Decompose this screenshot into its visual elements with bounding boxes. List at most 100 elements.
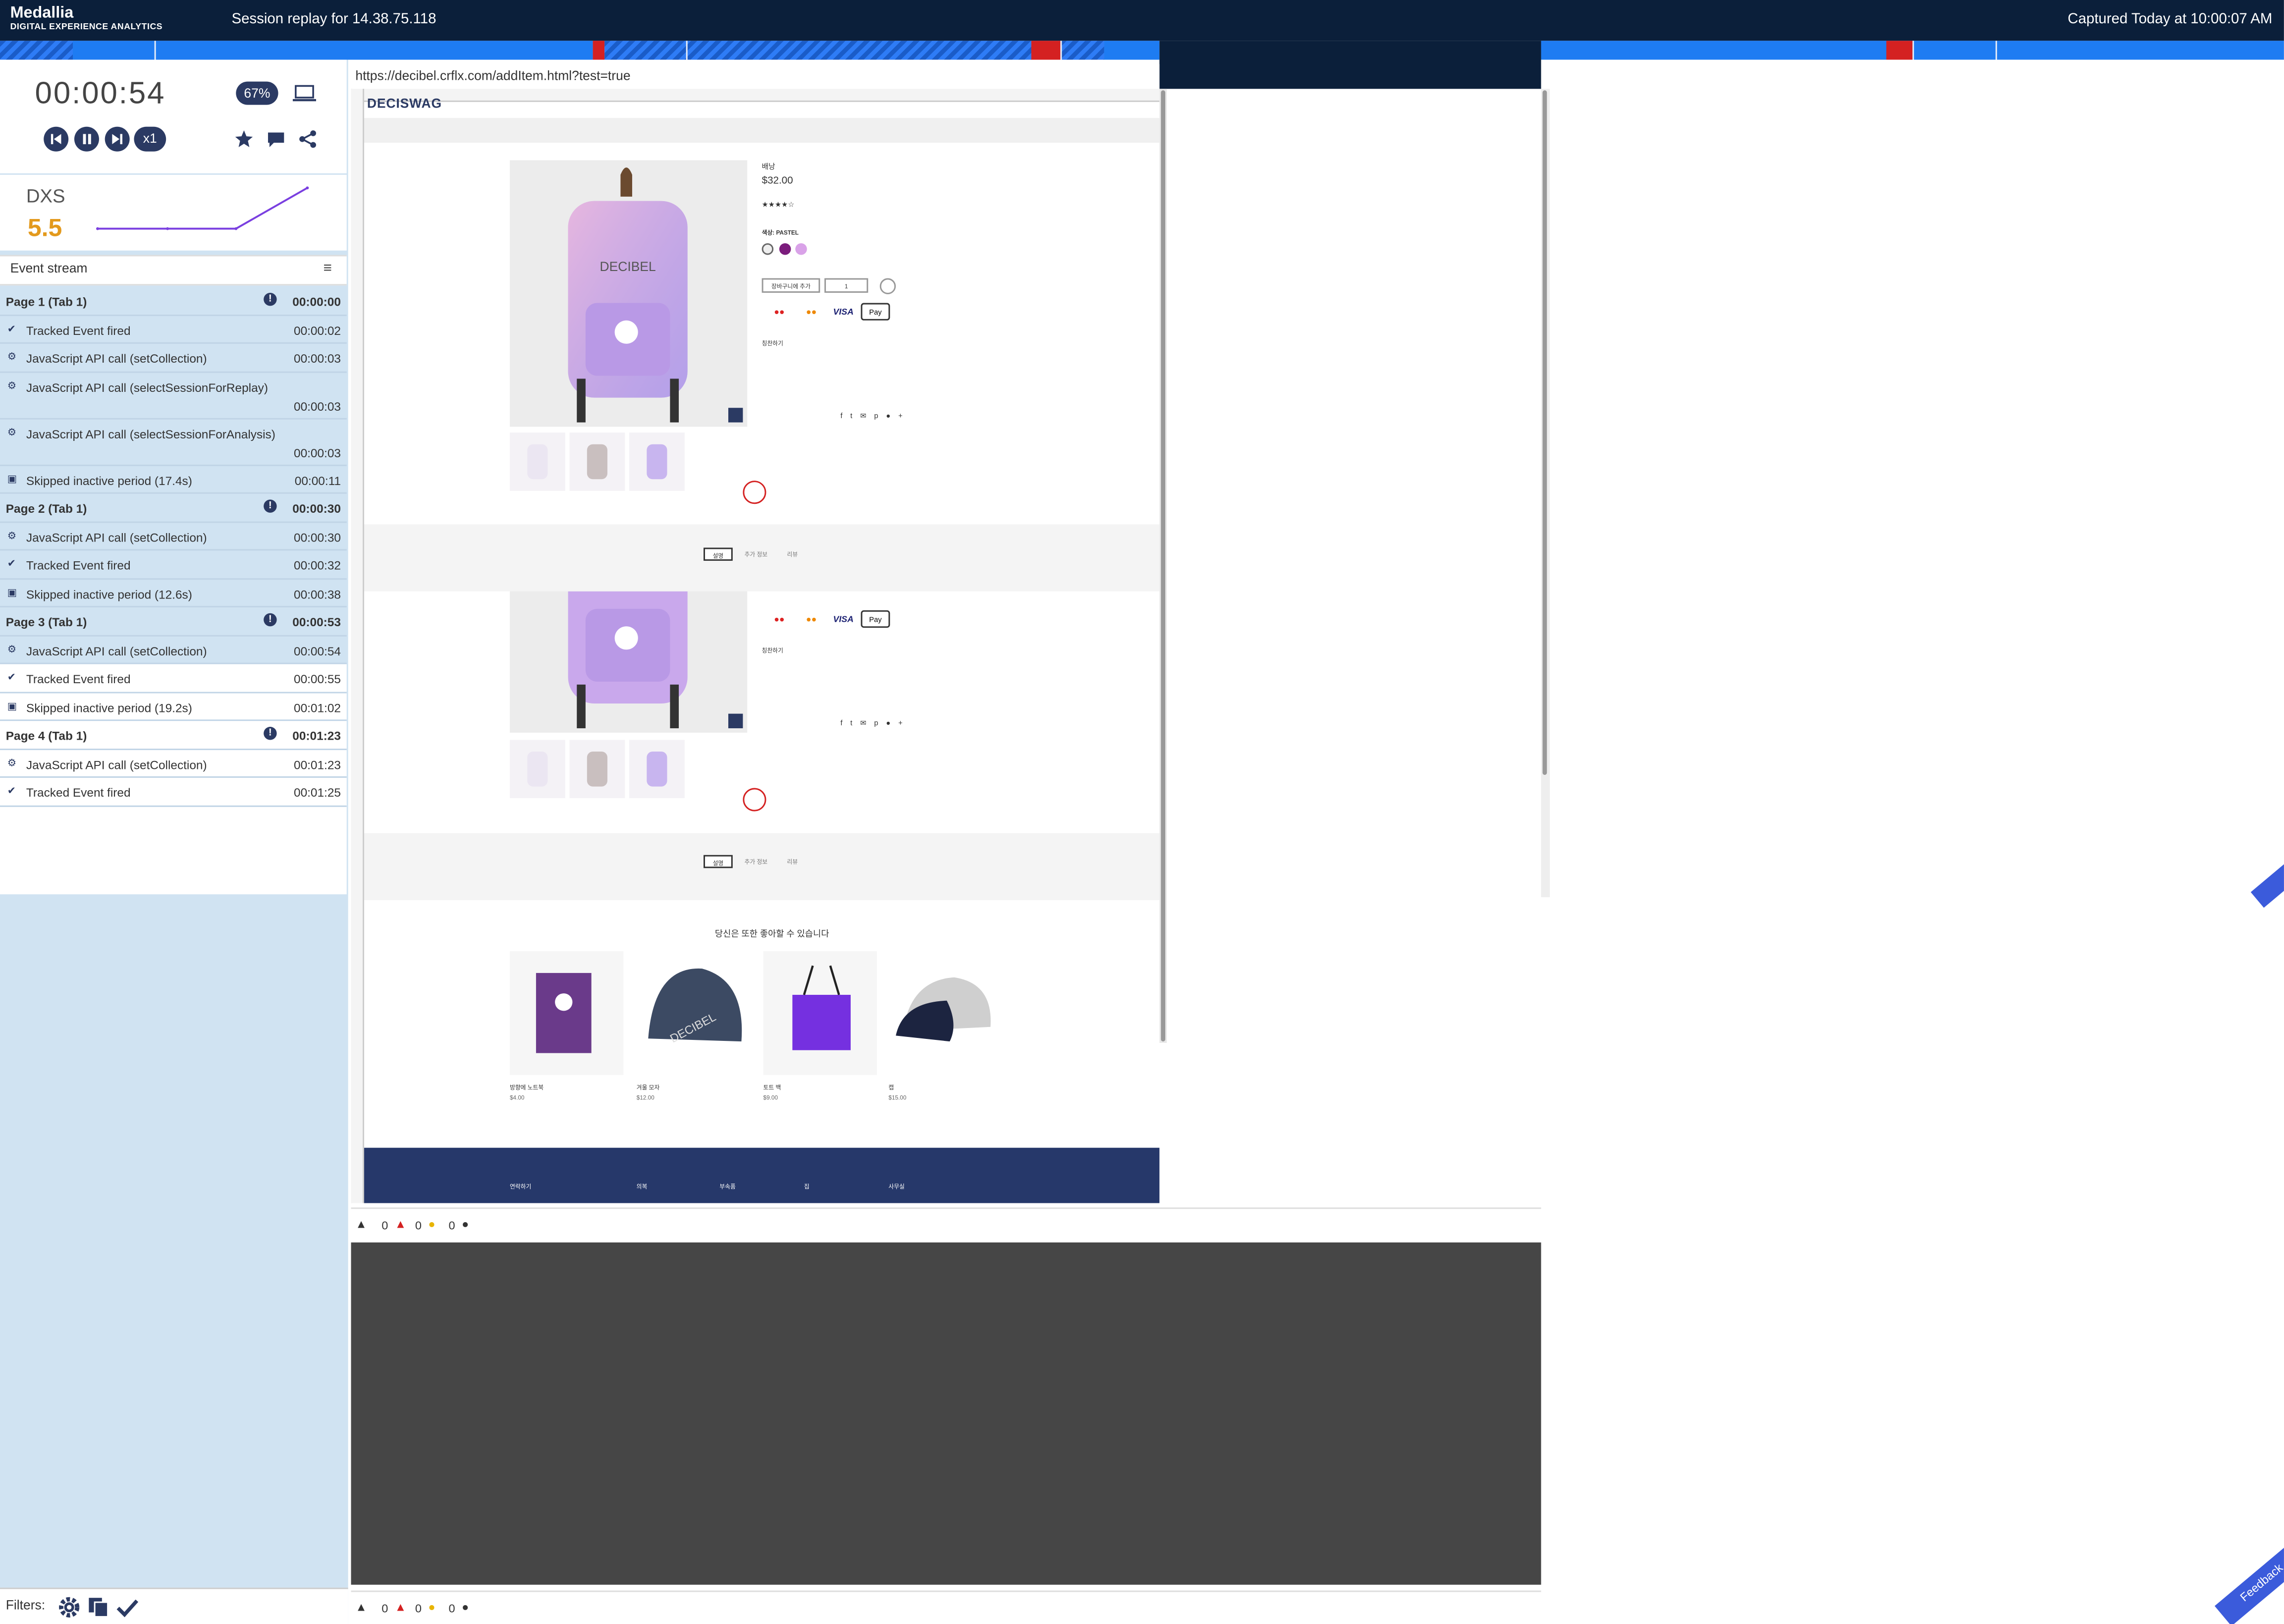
timeline-error-marker[interactable]	[1031, 41, 1061, 60]
info-icon[interactable]: !	[264, 292, 277, 306]
footer-link[interactable]: 연락하기	[510, 1183, 531, 1191]
recommended-product[interactable]: DECIBEL	[636, 951, 751, 1075]
star-icon[interactable]	[233, 128, 255, 150]
tab-reviews[interactable]: 리뷰	[778, 547, 807, 560]
event-row[interactable]: ⚙ JavaScript API call (setCollection) 00:0…	[0, 636, 347, 664]
social-share-icons[interactable]: f t ✉ p ● +	[840, 719, 905, 728]
event-row[interactable]: ✔ Tracked Event fired 00:00:32	[0, 550, 347, 579]
event-row[interactable]: ⚙ JavaScript API call (setCollection) 00:0…	[0, 344, 347, 373]
tab-reviews[interactable]: 리뷰	[778, 855, 807, 868]
product-thumbnail[interactable]	[510, 740, 565, 799]
social-share-icons[interactable]: f t ✉ p ● +	[840, 412, 905, 421]
product-thumbnail[interactable]	[569, 740, 625, 799]
timeline-playhead[interactable]	[1060, 41, 1062, 60]
event-page-header[interactable]: ! Page 3 (Tab 1) 00:00:53	[0, 607, 347, 636]
tab-description[interactable]: 설명	[704, 855, 733, 868]
footer-link[interactable]: 집	[804, 1183, 810, 1191]
gear-icon: ⚙	[7, 352, 17, 363]
pause-button[interactable]	[74, 126, 99, 152]
color-swatch[interactable]	[761, 243, 774, 255]
event-row[interactable]: ▣ Skipped inactive period (12.6s) 00:00:38	[0, 579, 347, 607]
tab-description[interactable]: 설명	[704, 547, 733, 561]
event-page-header[interactable]: ! Page 1 (Tab 1) 00:00:00	[0, 287, 347, 316]
check-filter-icon[interactable]	[115, 1595, 140, 1620]
warning-icon[interactable]: ●	[428, 1601, 435, 1614]
quantity-stepper[interactable]: 1	[824, 278, 869, 293]
replay-scrollbar-thumb[interactable]	[1161, 90, 1165, 1042]
info-icon[interactable]: !	[264, 727, 277, 740]
event-row[interactable]: ✔ Tracked Event fired 00:01:25	[0, 777, 347, 807]
error-icon[interactable]: ▲	[395, 1601, 406, 1614]
share-icon[interactable]	[297, 128, 319, 150]
event-label: JavaScript API call (setCollection)	[26, 757, 207, 771]
feedback-tab-partial[interactable]	[2250, 855, 2284, 908]
event-page-header[interactable]: ! Page 2 (Tab 1) 00:00:30	[0, 494, 347, 522]
skip-forward-button[interactable]	[105, 126, 130, 152]
event-row[interactable]: ⚙ JavaScript API call (selectSessionForAn…	[0, 419, 347, 466]
right-scrollbar-thumb[interactable]	[1542, 90, 1547, 775]
feedback-button[interactable]: Feedback	[2214, 1540, 2284, 1624]
captured-time: Captured Today at 10:00:07 AM	[2067, 11, 2273, 28]
thumbnail-image	[629, 740, 685, 799]
comment-icon[interactable]: ●	[462, 1601, 469, 1614]
event-row[interactable]: ⚙ JavaScript API call (setCollection) 00:0…	[0, 522, 347, 551]
info-icon[interactable]: !	[264, 613, 277, 627]
event-row[interactable]: ✔ Tracked Event fired 00:00:02	[0, 316, 347, 344]
tote-bag-image	[792, 965, 851, 1050]
product-thumbnail[interactable]	[569, 433, 625, 491]
menu-icon[interactable]: ≡	[324, 261, 332, 276]
product-thumbnail[interactable]	[629, 433, 685, 491]
timeline-segment[interactable]	[1104, 41, 1160, 60]
event-row[interactable]: ▣ Skipped inactive period (19.2s) 00:01:02	[0, 692, 347, 721]
footer-link[interactable]: 사무실	[888, 1183, 904, 1191]
color-swatch[interactable]	[795, 243, 807, 255]
speed-button[interactable]: x1	[134, 126, 166, 152]
thumbnail-image	[569, 433, 625, 491]
gear-filter-icon[interactable]	[57, 1595, 82, 1620]
event-row[interactable]: ▣ Skipped inactive period (17.4s) 00:00:11	[0, 465, 347, 494]
product-thumbnail[interactable]	[510, 433, 565, 491]
timeline-segment[interactable]	[0, 41, 73, 60]
timeline-segment[interactable]	[73, 41, 593, 60]
mastercard-icon: ●●	[806, 616, 817, 625]
tab-additional-info[interactable]: 추가 정보	[739, 547, 774, 560]
footer-link[interactable]: 부속품	[719, 1183, 735, 1191]
laptop-icon[interactable]	[291, 82, 318, 105]
comment-icon[interactable]	[265, 128, 287, 150]
error-icon[interactable]: ▲	[395, 1218, 406, 1231]
warning-icon[interactable]: ●	[428, 1218, 435, 1231]
console-bar: ▲ 0 ▲ 0 ● 0 ●	[351, 1207, 1541, 1243]
footer-link[interactable]: 의복	[637, 1183, 648, 1191]
expand-up-icon[interactable]: ▲	[355, 1218, 367, 1231]
tab-additional-info[interactable]: 추가 정보	[739, 855, 774, 868]
timeline-tick	[154, 41, 156, 60]
replay-viewport[interactable]	[351, 89, 1160, 1203]
skip-back-button[interactable]	[44, 126, 69, 152]
timeline-segment[interactable]	[604, 41, 1032, 60]
recommended-product[interactable]	[763, 951, 877, 1075]
timeline-segment[interactable]	[1060, 41, 1104, 60]
recommended-product[interactable]	[510, 951, 624, 1075]
product-thumbnail[interactable]	[629, 740, 685, 799]
event-row[interactable]: ⚙ JavaScript API call (setCollection) 00:0…	[0, 749, 347, 778]
comment-icon[interactable]: ●	[462, 1218, 469, 1231]
info-icon[interactable]: !	[264, 499, 277, 513]
recommended-product[interactable]	[888, 951, 1002, 1075]
event-row[interactable]: ⚙ JavaScript API call (selectSessionForRe…	[0, 372, 347, 419]
event-page-header[interactable]: ! Page 4 (Tab 1) 00:01:23	[0, 721, 347, 750]
recommended-name: 방향에 노트북	[510, 1083, 544, 1091]
zoom-badge[interactable]: 67%	[236, 81, 278, 105]
check-icon: ✔	[7, 786, 16, 797]
pages-filter-icon[interactable]	[86, 1595, 110, 1620]
timeline-error-marker[interactable]	[1886, 41, 1913, 60]
beanie-image: DECIBEL	[648, 968, 742, 1045]
add-to-cart-button[interactable]: 장바구니에 추가	[761, 278, 820, 293]
expand-up-icon[interactable]: ▲	[355, 1601, 367, 1614]
wishlist-button[interactable]	[879, 278, 896, 294]
log-count: 0	[381, 1602, 388, 1616]
right-empty	[1541, 59, 2284, 89]
event-row[interactable]: ✔ Tracked Event fired 00:00:55	[0, 664, 347, 693]
recommended-name: 캡	[888, 1083, 894, 1091]
color-swatch[interactable]	[779, 243, 791, 255]
timeline-error-marker[interactable]	[593, 41, 605, 60]
